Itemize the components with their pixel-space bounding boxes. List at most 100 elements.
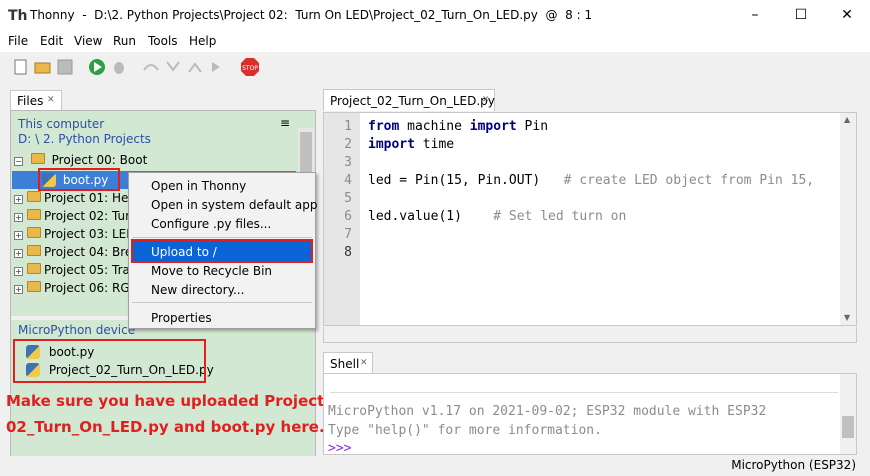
folder-icon [27,263,41,274]
keyword: from [368,119,400,134]
folder-icon [27,281,41,292]
menu-edit[interactable]: Edit [40,34,63,48]
code-comment: # create LED object from Pin 15, [563,173,815,188]
menu-tools[interactable]: Tools [148,34,178,48]
expand-icon[interactable]: + [14,213,23,222]
menu-separator [132,237,312,238]
menu-item-open-in-thonny[interactable]: Open in Thonny [151,179,246,193]
menu-help[interactable]: Help [189,34,216,48]
folder-icon [27,227,41,238]
tree-item-label: Project 06: RG [44,281,130,295]
close-button[interactable]: ✕ [824,0,870,32]
menu-bar: File Edit View Run Tools Help [0,32,870,52]
menu-item-open-default-app[interactable]: Open in system default app [151,198,317,212]
shell-output-line: Type "help()" for more information. [328,423,602,438]
tab-editor-file[interactable]: Project_02_Turn_On_LED.py ✕ [323,89,495,111]
tree-item-project-01[interactable]: + Project 01: He [14,191,128,209]
code-line[interactable]: led = Pin(15, Pin.OUT) # create LED obje… [368,173,814,188]
tree-item-project-06[interactable]: + Project 06: RG [14,281,130,299]
tree-item-project-02[interactable]: + Project 02: Tur [14,209,130,227]
tree-item-project-04[interactable]: + Project 04: Bre [14,245,132,263]
editor-scrollbar[interactable]: ▲ ▼ [840,113,856,325]
interpreter-status[interactable]: MicroPython (ESP32) [731,458,856,472]
svg-text:STOP: STOP [242,65,258,72]
line-number: 6 [344,209,352,224]
step-out-icon[interactable] [186,58,204,76]
code-line[interactable]: import time [368,137,454,152]
window-title: Thonny - D:\2. Python Projects\Project 0… [30,8,593,22]
menu-item-properties[interactable]: Properties [151,311,212,325]
line-number: 7 [344,227,352,242]
folder-icon [30,153,45,164]
minimize-button[interactable]: – [732,0,778,32]
line-number: 8 [344,245,352,260]
shell-scrollbar[interactable] [840,374,856,454]
menu-separator [132,302,312,303]
menu-item-recycle[interactable]: Move to Recycle Bin [151,264,272,278]
highlight-box-upload [131,239,313,263]
menu-item-configure-py[interactable]: Configure .py files... [151,217,271,231]
save-icon[interactable] [56,58,74,76]
scroll-thumb[interactable] [842,416,854,438]
files-tab-label: Files [17,94,44,108]
tree-item-label: Project 03: LEI [44,227,130,241]
run-icon[interactable] [88,58,106,76]
annotation-line-1: Make sure you have uploaded Project_ [6,392,332,410]
close-icon[interactable]: ✕ [482,95,490,105]
status-bar: MicroPython (ESP32) [0,456,870,476]
menu-view[interactable]: View [74,34,102,48]
expand-icon[interactable]: + [14,231,23,240]
editor-hscrollbar[interactable] [323,327,857,343]
menu-run[interactable]: Run [113,34,136,48]
close-icon[interactable]: ✕ [47,95,55,105]
keyword: import [469,119,517,134]
editor-tab-label: Project_02_Turn_On_LED.py [330,94,495,108]
code-comment: # Set led turn on [493,209,627,224]
tree-item-label: Project 00: Boot [51,153,148,167]
close-icon[interactable]: ✕ [360,358,368,368]
code-text: Pin [516,119,549,134]
tab-shell[interactable]: Shell ✕ [323,352,373,374]
new-file-icon[interactable] [12,58,30,76]
step-over-icon[interactable] [142,58,160,76]
tree-item-label: Project 05: Tra [44,263,130,277]
tree-item-label: Project 02: Tur [44,209,131,223]
expand-icon[interactable]: + [14,285,23,294]
expand-icon[interactable]: + [14,267,23,276]
tab-files[interactable]: Files ✕ [10,90,62,111]
expand-icon[interactable]: + [14,249,23,258]
code-text: machine [399,119,470,134]
scroll-up-icon[interactable]: ▲ [844,115,850,124]
highlight-box-device-files [13,339,206,383]
highlight-box-boot [38,168,120,191]
scroll-down-icon[interactable]: ▼ [844,313,850,322]
maximize-button[interactable]: ☐ [778,0,824,32]
menu-file[interactable]: File [8,34,28,48]
folder-icon [27,245,41,256]
code-line[interactable]: led.value(1) # Set led turn on [368,209,626,224]
line-number: 1 [344,119,352,134]
keyword: import [368,137,415,152]
folder-icon [27,209,41,220]
stop-icon[interactable]: STOP [240,57,260,77]
collapse-icon[interactable]: − [14,157,23,166]
step-into-icon[interactable] [164,58,182,76]
code-text: led = Pin(15, Pin.OUT) [368,173,564,188]
scroll-thumb[interactable] [300,132,312,172]
open-file-icon[interactable] [34,58,52,76]
code-text: led.value(1) [368,209,494,224]
debug-icon[interactable] [110,58,128,76]
expand-icon[interactable]: + [14,195,23,204]
shell-prompt[interactable]: >>> [328,441,351,453]
resume-icon[interactable] [208,58,226,76]
code-line[interactable]: from machine import Pin [368,119,548,134]
toolbar [0,54,870,82]
line-number: 5 [344,191,352,206]
tree-item-project-03[interactable]: + Project 03: LEI [14,227,130,245]
menu-item-new-directory[interactable]: New directory... [151,283,244,297]
current-path[interactable]: D: \ 2. Python Projects [18,132,151,146]
folder-icon [27,191,41,202]
tree-item-project-05[interactable]: + Project 05: Tra [14,263,130,281]
menu-icon[interactable]: ≡ [280,116,290,130]
micropython-device-label: MicroPython device [18,323,136,337]
